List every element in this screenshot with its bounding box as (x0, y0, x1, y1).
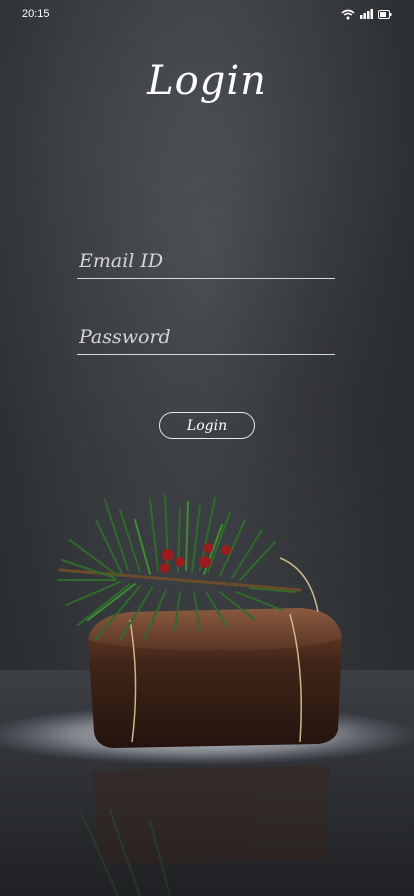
status-time: 20:15 (22, 8, 50, 20)
login-screen: 20:15 Login Email ID Login (0, 0, 414, 896)
battery-icon (378, 9, 392, 19)
email-input[interactable] (77, 244, 335, 278)
status-icons (341, 9, 392, 20)
login-button[interactable]: Login (159, 412, 255, 439)
email-field-container (77, 244, 335, 279)
status-bar: 20:15 (0, 0, 414, 28)
wifi-icon (341, 9, 355, 20)
password-field-container (77, 320, 335, 355)
page-title: Login (147, 58, 267, 104)
signal-icon (360, 9, 373, 19)
password-input[interactable] (77, 320, 335, 354)
cake-illustration (0, 494, 414, 896)
